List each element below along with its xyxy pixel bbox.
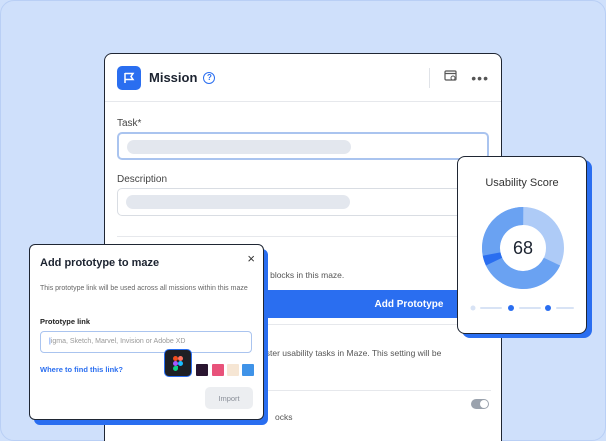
carousel-line	[556, 307, 574, 309]
mission-header: Mission ? •••	[105, 54, 501, 102]
score-title: Usability Score	[485, 177, 559, 189]
task-input[interactable]	[117, 132, 489, 160]
carousel-line	[519, 307, 541, 309]
task-label: Task*	[117, 118, 142, 129]
prototype-link-input[interactable]: |igma, Sketch, Marvel, Invision or Adobe…	[40, 331, 252, 353]
description-label: Description	[117, 174, 168, 185]
setting-toggle[interactable]	[471, 399, 489, 409]
prototype-link-placeholder: igma, Sketch, Marvel, Invision or Adobe …	[50, 338, 186, 345]
color-swatch	[227, 364, 239, 376]
bottom-setting-text: ocks	[275, 412, 293, 422]
carousel-line	[480, 307, 502, 309]
task-placeholder-skeleton	[127, 140, 351, 154]
carousel-dot[interactable]	[508, 305, 514, 311]
color-swatch	[196, 364, 208, 376]
section-divider	[255, 324, 491, 325]
import-button[interactable]: Import	[205, 387, 253, 409]
preview-icon[interactable]	[444, 69, 457, 87]
where-to-find-link[interactable]: Where to find this link?	[40, 365, 123, 374]
description-input[interactable]	[117, 188, 489, 216]
add-prototype-dialog: Add prototype to maze × This prototype l…	[29, 244, 264, 420]
mission-title: Mission	[149, 70, 198, 85]
dialog-description: This prototype link will be used across …	[40, 285, 248, 292]
prototype-link-label: Prototype link	[40, 317, 91, 326]
dialog-title: Add prototype to maze	[40, 257, 160, 269]
section-divider	[255, 390, 491, 391]
carousel-dot[interactable]	[545, 305, 551, 311]
blocks-info-text: n blocks in this maze.	[263, 270, 345, 280]
header-divider	[429, 67, 431, 88]
score-value: 68	[512, 237, 534, 258]
tester-info-text: ester usability tasks in Maze. This sett…	[261, 348, 442, 358]
usability-score-card: Usability Score 68	[457, 156, 587, 334]
section-divider	[117, 236, 489, 237]
description-placeholder-skeleton	[126, 195, 350, 209]
carousel-dot[interactable]	[470, 305, 476, 311]
carousel-indicator[interactable]	[470, 305, 576, 311]
figma-icon	[164, 349, 192, 377]
more-options-icon[interactable]: •••	[471, 70, 489, 86]
close-icon[interactable]: ×	[247, 251, 255, 266]
flag-icon	[117, 65, 141, 90]
question-circle-icon[interactable]: ?	[203, 71, 216, 84]
color-swatch	[242, 364, 254, 376]
color-swatch	[212, 364, 224, 376]
